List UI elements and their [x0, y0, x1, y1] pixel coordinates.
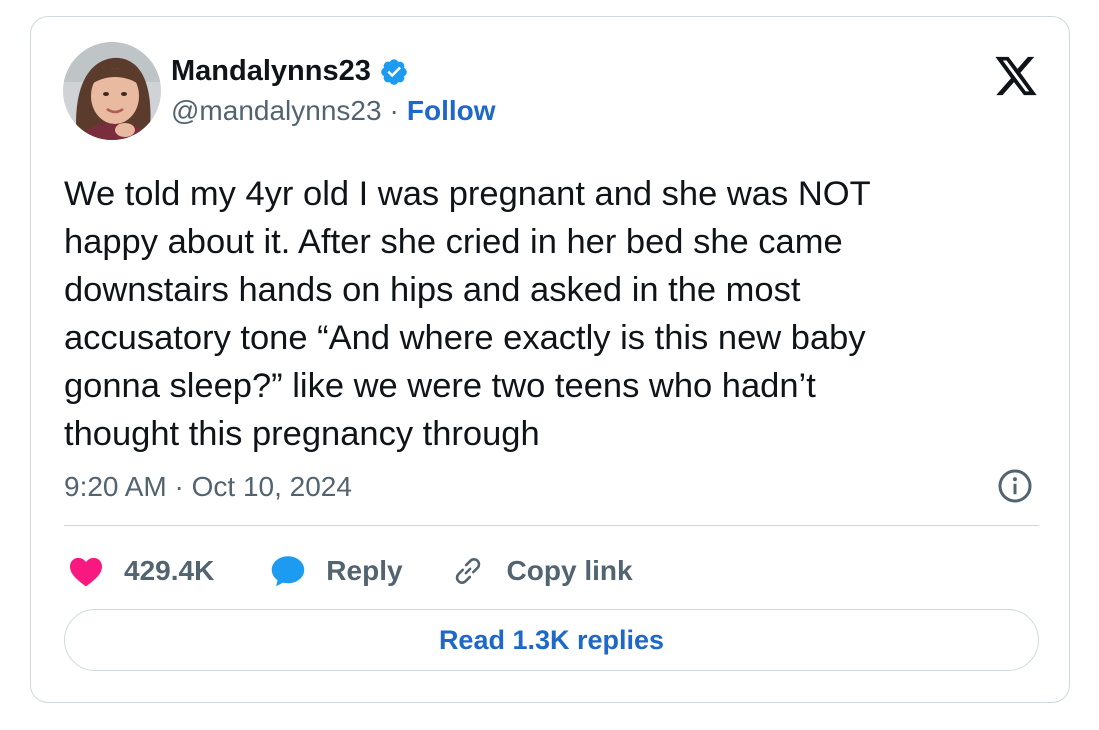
handle-row: @mandalynns23 · Follow	[171, 95, 496, 127]
copy-link-label: Copy link	[506, 555, 633, 586]
display-name[interactable]: Mandalynns23	[171, 55, 371, 88]
verified-badge-icon	[379, 57, 409, 87]
author-handle[interactable]: @mandalynns23	[171, 95, 382, 127]
tweet-timestamp[interactable]: 9:20 AM · Oct 10, 2024	[64, 471, 352, 503]
action-bar: 429.4K Reply Copy link	[68, 551, 633, 591]
link-icon	[451, 554, 485, 588]
x-logo-icon[interactable]	[993, 55, 1039, 99]
follow-button[interactable]: Follow	[407, 95, 496, 127]
avatar[interactable]	[63, 42, 161, 140]
tweet-text: We told my 4yr old I was pregnant and sh…	[64, 175, 871, 453]
heart-icon	[68, 555, 104, 587]
reply-label: Reply	[326, 555, 403, 586]
like-count: 429.4K	[124, 555, 215, 586]
read-replies-button[interactable]: Read 1.3K replies	[64, 609, 1039, 671]
like-button[interactable]: 429.4K	[68, 555, 214, 587]
author-name-row: Mandalynns23	[171, 55, 409, 88]
reply-button[interactable]: Reply	[270, 554, 403, 588]
copy-link-button[interactable]: Copy link	[451, 554, 633, 588]
speech-bubble-icon	[270, 554, 306, 588]
separator-dot: ·	[389, 95, 399, 126]
divider	[64, 525, 1039, 526]
tweet-card: Mandalynns23 @mandalynns23 · Follow We t…	[30, 16, 1070, 703]
info-icon[interactable]	[997, 468, 1033, 504]
